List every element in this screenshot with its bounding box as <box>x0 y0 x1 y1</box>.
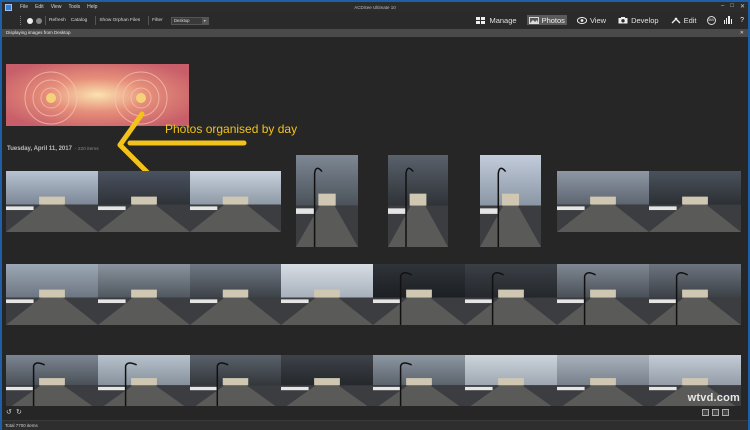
photo-thumbnail[interactable] <box>190 171 281 232</box>
mode-view-label: View <box>589 15 607 25</box>
photo-thumbnail[interactable] <box>465 355 557 410</box>
watermark: wtvd.com <box>687 392 740 404</box>
photo-thumbnail[interactable] <box>557 171 649 232</box>
rotate-left-icon[interactable]: ↺ <box>6 409 13 416</box>
group-date: Tuesday, April 11, 2017 <box>7 146 72 152</box>
show-orphan-files-button[interactable]: Show Orphan Files <box>99 18 140 23</box>
info-bar-text: Displaying images from Desktop <box>6 30 71 35</box>
dashboard-icon[interactable] <box>723 16 733 24</box>
status-bar: Total 7700 items <box>2 420 748 430</box>
photo-thumbnail[interactable] <box>98 171 190 232</box>
mode-develop-label: Develop <box>631 15 659 25</box>
annotation-text: Photos organised by day <box>165 122 298 136</box>
menu-tools[interactable]: Tools <box>68 4 80 10</box>
status-total: Total 7700 items <box>5 423 38 428</box>
photo-thumbnail[interactable] <box>281 264 373 325</box>
view-grid-icon[interactable] <box>702 409 709 416</box>
window-title: ACDSee Ultimate 10 <box>354 4 396 10</box>
back-button[interactable] <box>27 17 33 24</box>
app-window: File Edit View Tools Help ACDSee Ultimat… <box>0 0 750 430</box>
photo-thumbnail[interactable] <box>649 171 741 232</box>
photo-thumbnail[interactable] <box>388 155 448 247</box>
app-logo-icon <box>5 3 12 11</box>
mode-photos-label: Photos <box>541 15 565 25</box>
mode-view[interactable]: View <box>575 15 608 25</box>
photo-thumbnail[interactable] <box>6 171 98 232</box>
photo-thumbnail[interactable] <box>6 264 98 325</box>
toolbar-divider <box>148 16 150 25</box>
photo-thumbnail[interactable] <box>465 264 557 325</box>
develop-icon <box>618 16 628 23</box>
menu-file[interactable]: File <box>20 4 28 10</box>
mode-manage[interactable]: Manage <box>474 15 518 25</box>
chevron-down-icon: ▾ <box>201 17 208 24</box>
group-count: - 220 items <box>74 147 99 152</box>
mode-develop[interactable]: Develop <box>616 15 661 25</box>
grid-icon <box>476 16 486 24</box>
mode-manage-label: Manage <box>489 15 517 25</box>
menu-help[interactable]: Help <box>87 4 97 10</box>
forward-button[interactable] <box>36 17 42 24</box>
catalog-button[interactable]: Catalog <box>71 18 88 23</box>
help-icon[interactable]: ? <box>740 17 744 24</box>
view-calendar-icon[interactable] <box>722 409 729 416</box>
photo-thumbnail[interactable] <box>373 264 465 325</box>
photo-thumbnail[interactable] <box>6 355 98 410</box>
photo-thumbnail[interactable] <box>281 355 373 410</box>
view-list-icon[interactable] <box>712 409 719 416</box>
toolbar-divider <box>95 16 97 25</box>
photo-thumbnail[interactable] <box>557 264 649 325</box>
mode-edit[interactable]: Edit <box>669 15 699 25</box>
menu-view[interactable]: View <box>51 4 62 10</box>
photo-thumbnail[interactable] <box>480 155 541 247</box>
bottom-toolbar: ↺ ↻ <box>2 406 748 420</box>
photos-grid: Tuesday, April 11, 2017- 220 items Photo… <box>2 37 748 414</box>
title-bar: File Edit View Tools Help ACDSee Ultimat… <box>2 2 748 12</box>
photo-thumbnail[interactable] <box>296 155 358 247</box>
thumbnail-flower[interactable] <box>6 64 189 126</box>
menu-edit[interactable]: Edit <box>35 4 44 10</box>
photos-icon <box>528 16 539 24</box>
photo-thumbnail[interactable] <box>373 355 465 410</box>
photo-thumbnail[interactable] <box>98 355 190 410</box>
mode-switcher: Manage Photos View Develop Edit 365 ? <box>474 15 744 25</box>
mode-edit-label: Edit <box>683 15 697 25</box>
filter-dropdown[interactable]: Desktop ▾ <box>170 16 209 25</box>
filter-value: Desktop <box>173 18 190 23</box>
365-icon[interactable]: 365 <box>706 15 716 25</box>
info-bar: Displaying images from Desktop ✕ <box>2 29 748 37</box>
toolbar-grip <box>20 16 22 25</box>
minimize-icon[interactable]: – <box>721 3 724 10</box>
tools-icon <box>671 17 681 23</box>
date-group-header[interactable]: Tuesday, April 11, 2017- 220 items <box>7 146 99 152</box>
rotate-right-icon[interactable]: ↻ <box>16 409 23 416</box>
toolbar-divider <box>45 16 46 25</box>
photo-thumbnail[interactable] <box>98 264 190 325</box>
close-icon[interactable]: ✕ <box>740 3 745 10</box>
mode-photos[interactable]: Photos <box>526 15 567 25</box>
maximize-icon[interactable]: □ <box>730 3 734 10</box>
photo-thumbnail[interactable] <box>190 355 281 410</box>
photo-thumbnail[interactable] <box>557 355 649 410</box>
photo-thumbnail[interactable] <box>190 264 281 325</box>
toolbar: Refresh Catalog Show Orphan Files Filter… <box>2 12 748 29</box>
menu-bar: File Edit View Tools Help <box>20 4 97 10</box>
photo-thumbnail[interactable] <box>649 264 741 325</box>
window-controls: – □ ✕ <box>721 3 745 10</box>
filter-label: Filter <box>152 18 163 23</box>
eye-icon <box>576 16 587 24</box>
refresh-button[interactable]: Refresh <box>49 18 66 23</box>
close-icon[interactable]: ✕ <box>740 29 744 37</box>
